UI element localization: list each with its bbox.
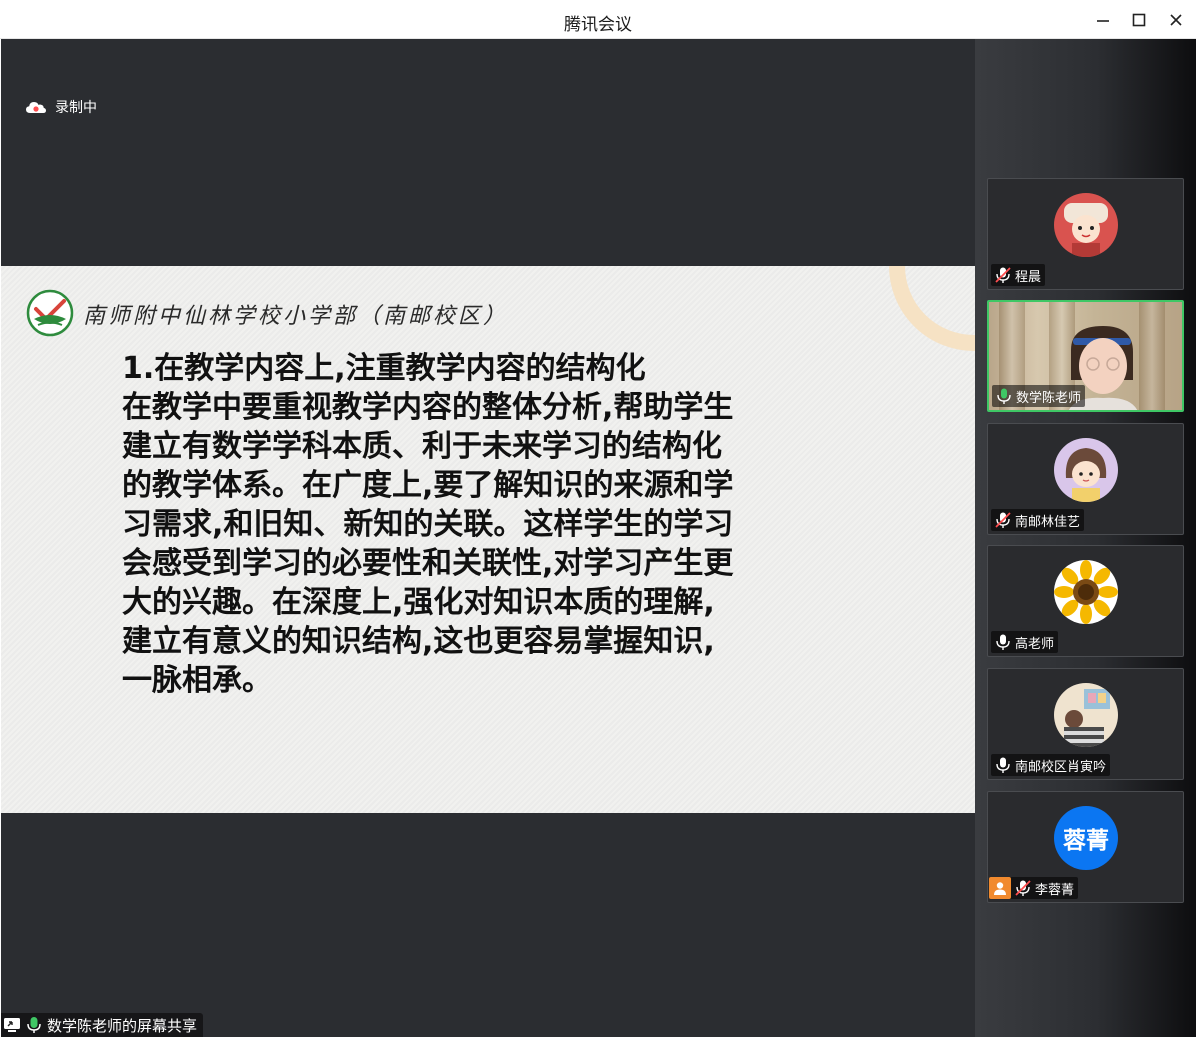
- microphone-active-icon: [27, 1017, 41, 1033]
- participant-name-tag: 李蓉菁: [989, 877, 1079, 899]
- participant-name: 程晨: [1015, 269, 1042, 285]
- user-badge: [989, 877, 1011, 899]
- participant-name-tag: 南邮林佳艺: [991, 509, 1085, 531]
- slide-line: 建立有数学学科本质、利于未来学习的结构化: [122, 429, 722, 464]
- slide-line: 的教学体系。在广度上,要了解知识的来源和学: [122, 468, 734, 503]
- maximize-icon: [1132, 13, 1146, 27]
- participant-name: 李蓉菁: [1035, 882, 1075, 898]
- slide-heading: 1.在教学内容上,注重教学内容的结构化: [122, 351, 646, 386]
- participant-tile-active-speaker[interactable]: 数学陈老师: [987, 300, 1184, 412]
- screen-share-label: 数学陈老师的屏幕共享: [1, 1013, 204, 1037]
- participant-tile[interactable]: 南邮校区肖寅吟: [987, 668, 1184, 780]
- recording-label: 录制中: [55, 100, 97, 116]
- minimize-icon: [1097, 20, 1109, 22]
- cloud-recording-icon: [26, 102, 46, 113]
- maximize-button[interactable]: [1127, 8, 1151, 32]
- school-name: 南师附中仙林学校小学部（南邮校区）: [83, 304, 509, 329]
- slide-line: 建立有意义的知识结构,这也更容易掌握知识,: [122, 624, 715, 659]
- sunflower-avatar-icon: [1054, 560, 1118, 624]
- microphone-muted-icon: [995, 267, 1011, 283]
- microphone-muted-icon: [1015, 880, 1031, 896]
- title-bar: 腾讯会议: [0, 0, 1196, 39]
- participant-name-tag: 南邮校区肖寅吟: [991, 754, 1111, 776]
- slide-line: 大的兴趣。在深度上,强化对知识本质的理解,: [122, 585, 715, 620]
- participant-tile[interactable]: 高老师: [987, 545, 1184, 657]
- close-button[interactable]: [1164, 8, 1188, 32]
- cartoon-avatar-icon: [1054, 193, 1118, 257]
- slide-body-text: 1.在教学内容上,注重教学内容的结构化 在教学中要重视教学内容的整体分析,帮助学…: [122, 349, 802, 700]
- avatar: [1054, 560, 1118, 624]
- microphone-active-icon: [997, 388, 1011, 404]
- user-icon: [994, 882, 1006, 895]
- microphone-icon: [996, 757, 1010, 773]
- avatar: [1054, 683, 1118, 747]
- participant-tile[interactable]: 南邮林佳艺: [987, 423, 1184, 535]
- presentation-slide: 南师附中仙林学校小学部（南邮校区） 1.在教学内容上,注重教学内容的结构化 在教…: [1, 266, 975, 813]
- participant-tile[interactable]: 蓉菁 李蓉菁: [987, 791, 1184, 903]
- photo-avatar-icon: [1054, 683, 1118, 747]
- avatar: [1054, 193, 1118, 257]
- participant-name: 高老师: [1015, 636, 1055, 652]
- cartoon-avatar-icon: [1054, 438, 1118, 502]
- microphone-muted-icon: [995, 512, 1011, 528]
- initials-avatar: 蓉菁: [1054, 806, 1118, 870]
- shared-screen-area: 录制中 南师附中仙林学校小学部（南邮校区） 1.在教学内容上,注重教学内容的结构…: [1, 39, 975, 1037]
- screen-share-owner: 数学陈老师的屏幕共享: [47, 1016, 198, 1035]
- screen-share-icon: [4, 1018, 20, 1032]
- participant-name-tag: 数学陈老师: [992, 385, 1086, 407]
- recording-indicator[interactable]: 录制中: [25, 97, 97, 117]
- slide-line: 会感受到学习的必要性和关联性,对学习产生更: [122, 546, 734, 581]
- close-icon: [1170, 14, 1182, 26]
- participant-tile[interactable]: 程晨: [987, 178, 1184, 290]
- school-logo-icon: [26, 289, 74, 337]
- slide-decoration-arc: [889, 266, 975, 351]
- participant-panel: 程晨 数学陈老师 南邮林佳艺 高老师 南邮校区肖寅吟 蓉菁 李蓉菁: [975, 39, 1196, 1037]
- participant-name-tag: 程晨: [991, 264, 1046, 286]
- slide-line: 习需求,和旧知、新知的关联。这样学生的学习: [122, 507, 734, 542]
- window-title: 腾讯会议: [564, 15, 632, 35]
- slide-line: 一脉相承。: [122, 663, 272, 698]
- minimize-button[interactable]: [1091, 8, 1115, 32]
- participant-name: 数学陈老师: [1016, 390, 1082, 406]
- participant-name: 南邮校区肖寅吟: [1015, 759, 1107, 775]
- slide-line: 在教学中要重视教学内容的整体分析,帮助学生: [122, 390, 734, 425]
- participant-name: 南邮林佳艺: [1015, 514, 1081, 530]
- participant-name-tag: 高老师: [991, 631, 1059, 653]
- avatar: [1054, 438, 1118, 502]
- microphone-icon: [996, 634, 1010, 650]
